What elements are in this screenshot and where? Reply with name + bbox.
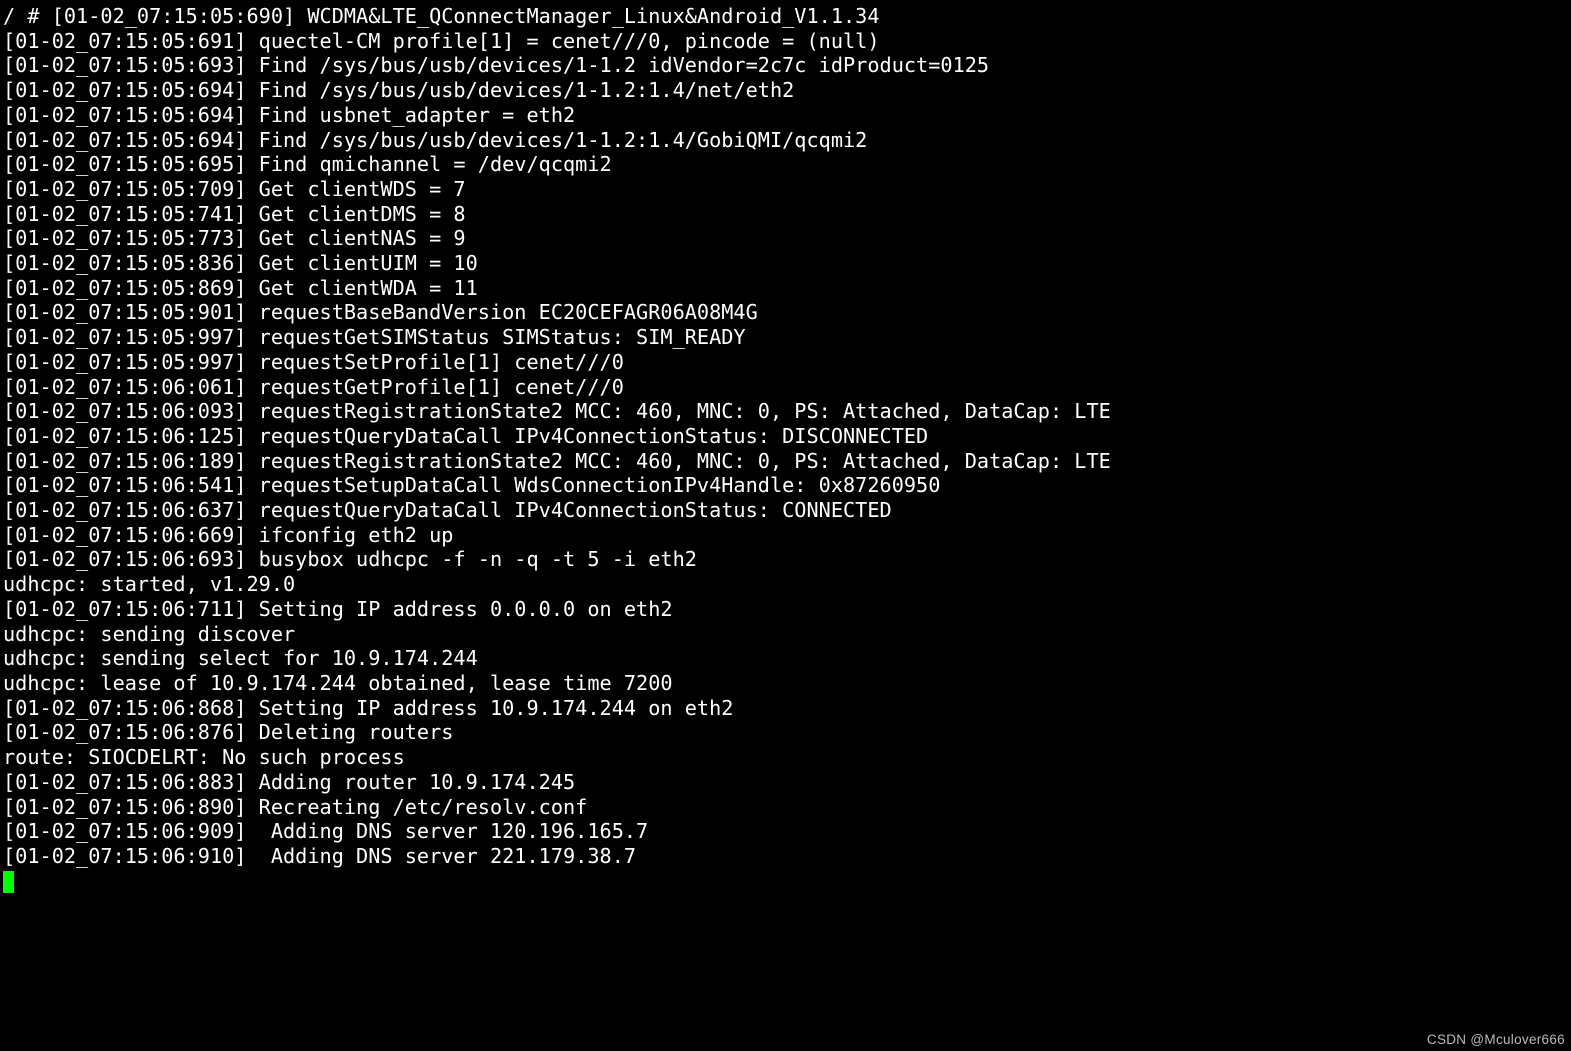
terminal-line: [01-02_07:15:06:669] ifconfig eth2 up: [3, 523, 1568, 548]
terminal-line: [01-02_07:15:06:693] busybox udhcpc -f -…: [3, 547, 1568, 572]
terminal-line: [01-02_07:15:06:061] requestGetProfile[1…: [3, 375, 1568, 400]
terminal-line: [01-02_07:15:06:125] requestQueryDataCal…: [3, 424, 1568, 449]
terminal-line: [01-02_07:15:06:909] Adding DNS server 1…: [3, 819, 1568, 844]
terminal-line: [01-02_07:15:06:883] Adding router 10.9.…: [3, 770, 1568, 795]
terminal-line: [01-02_07:15:06:711] Setting IP address …: [3, 597, 1568, 622]
terminal-line: udhcpc: sending discover: [3, 622, 1568, 647]
terminal-line: [01-02_07:15:05:741] Get clientDMS = 8: [3, 202, 1568, 227]
cursor-block: [3, 871, 14, 893]
terminal-line: [01-02_07:15:05:694] Find /sys/bus/usb/d…: [3, 128, 1568, 153]
terminal-line: [01-02_07:15:05:869] Get clientWDA = 11: [3, 276, 1568, 301]
terminal-line: [01-02_07:15:06:876] Deleting routers: [3, 720, 1568, 745]
terminal-line: udhcpc: lease of 10.9.174.244 obtained, …: [3, 671, 1568, 696]
terminal-line: [01-02_07:15:06:189] requestRegistration…: [3, 449, 1568, 474]
terminal-line: [01-02_07:15:06:890] Recreating /etc/res…: [3, 795, 1568, 820]
terminal-line: [01-02_07:15:06:637] requestQueryDataCal…: [3, 498, 1568, 523]
terminal-line: [01-02_07:15:05:694] Find /sys/bus/usb/d…: [3, 78, 1568, 103]
watermark-text: CSDN @Mculover666: [1427, 1032, 1565, 1047]
terminal-line: [01-02_07:15:05:836] Get clientUIM = 10: [3, 251, 1568, 276]
terminal-line: [01-02_07:15:05:693] Find /sys/bus/usb/d…: [3, 53, 1568, 78]
terminal-line: [01-02_07:15:05:695] Find qmichannel = /…: [3, 152, 1568, 177]
terminal-line: udhcpc: sending select for 10.9.174.244: [3, 646, 1568, 671]
terminal-cursor-line: [3, 869, 1568, 894]
terminal-line: [01-02_07:15:05:773] Get clientNAS = 9: [3, 226, 1568, 251]
terminal-line: [01-02_07:15:05:997] requestGetSIMStatus…: [3, 325, 1568, 350]
terminal-line: [01-02_07:15:05:694] Find usbnet_adapter…: [3, 103, 1568, 128]
terminal-line: route: SIOCDELRT: No such process: [3, 745, 1568, 770]
terminal-line: [01-02_07:15:06:541] requestSetupDataCal…: [3, 473, 1568, 498]
terminal-line: [01-02_07:15:05:709] Get clientWDS = 7: [3, 177, 1568, 202]
terminal-line: / # [01-02_07:15:05:690] WCDMA&LTE_QConn…: [3, 4, 1568, 29]
terminal-line: [01-02_07:15:06:910] Adding DNS server 2…: [3, 844, 1568, 869]
terminal-line: [01-02_07:15:06:093] requestRegistration…: [3, 399, 1568, 424]
terminal-line: [01-02_07:15:05:901] requestBaseBandVers…: [3, 300, 1568, 325]
terminal-line: [01-02_07:15:05:997] requestSetProfile[1…: [3, 350, 1568, 375]
terminal-line: [01-02_07:15:05:691] quectel-CM profile[…: [3, 29, 1568, 54]
terminal-line: udhcpc: started, v1.29.0: [3, 572, 1568, 597]
terminal-line: [01-02_07:15:06:868] Setting IP address …: [3, 696, 1568, 721]
terminal-output[interactable]: / # [01-02_07:15:05:690] WCDMA&LTE_QConn…: [0, 0, 1571, 893]
